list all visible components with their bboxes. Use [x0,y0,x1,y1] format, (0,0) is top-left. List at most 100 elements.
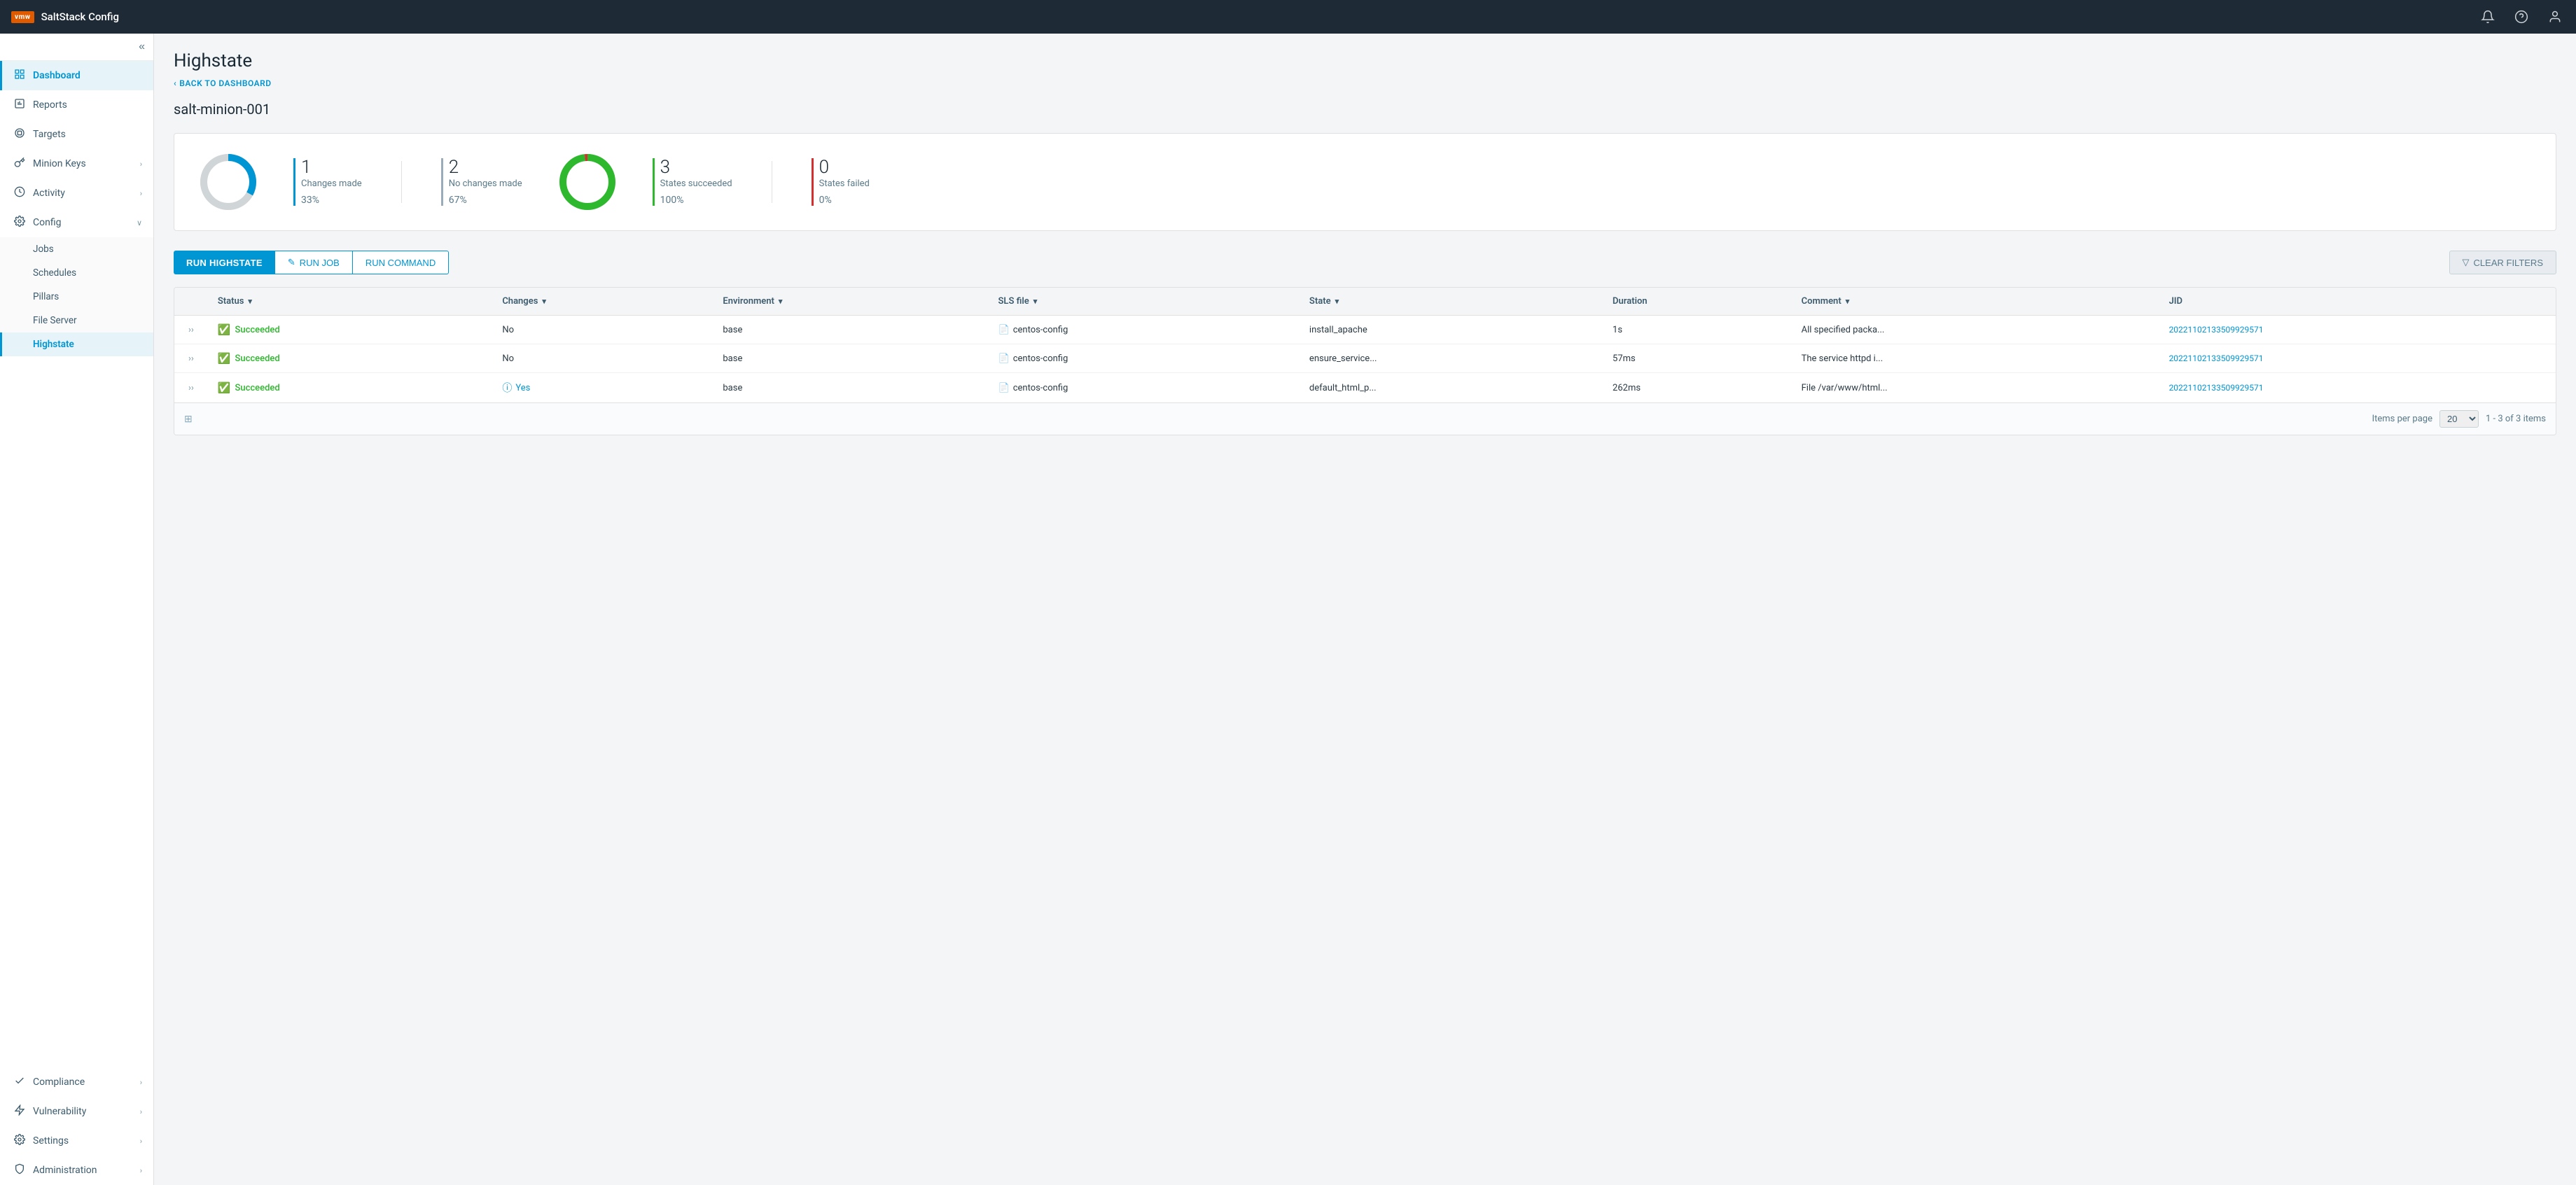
sidebar-sub-item-schedules[interactable]: Schedules [0,261,153,285]
sidebar-sub-item-highstate[interactable]: Highstate [0,332,153,356]
sidebar-item-label-settings: Settings [33,1135,133,1147]
administration-icon [13,1163,26,1177]
expand-row2-button[interactable]: ›› [184,351,198,367]
activity-arrow: › [140,189,142,198]
sidebar-sub-item-file-server[interactable]: File Server [0,309,153,332]
help-icon[interactable] [2512,7,2531,27]
donut-states [556,150,619,213]
jid-link-2[interactable]: 20221102133509929571 [2169,353,2264,363]
sidebar-item-label-activity: Activity [33,188,133,199]
vmw-logo: vmw [11,11,34,23]
per-page-select[interactable]: 20 50 100 [2439,410,2479,428]
sidebar-item-dashboard[interactable]: Dashboard [0,61,153,90]
table-header-row: Status ▾ Changes ▾ Envir [174,288,2556,316]
sidebar-item-label-reports: Reports [33,99,142,111]
vulnerability-icon [13,1105,26,1119]
vulnerability-arrow: › [140,1107,142,1116]
states-failed-num: 0 [819,158,870,176]
sidebar-item-settings[interactable]: Settings › [0,1126,153,1156]
clear-filters-button[interactable]: ▽ CLEAR FILTERS [2449,251,2556,274]
run-job-button[interactable]: ✎ RUN JOB [275,251,353,274]
th-expand [174,288,208,316]
row1-changes: No [492,316,713,344]
stat-changes-made: 1 Changes made 33% [293,158,362,206]
jid-link-1[interactable]: 20221102133509929571 [2169,325,2264,335]
table-row: ›› ✅ Succeeded No base 📄centos-config [174,344,2556,373]
row2-duration: 57ms [1603,344,1792,373]
page-title: Highstate [174,50,2556,71]
states-succeeded-pct: 100% [660,195,732,206]
pagination-info: 1 - 3 of 3 items [2486,414,2546,424]
sidebar-item-activity[interactable]: Activity › [0,178,153,208]
th-duration: Duration [1603,288,1792,316]
yes-icon-3: ⓘ [502,381,512,395]
sidebar-item-vulnerability[interactable]: Vulnerability › [0,1097,153,1126]
run-highstate-button[interactable]: RUN HIGHSTATE [174,251,275,274]
row3-expand: ›› [174,373,208,403]
jid-link-3[interactable]: 20221102133509929571 [2169,383,2264,393]
sidebar-item-reports[interactable]: Reports [0,90,153,120]
sidebar: « Dashboard Reports Targets Minion Keys [0,34,154,1185]
sidebar-item-label-minion-keys: Minion Keys [33,158,133,169]
table-header: Status ▾ Changes ▾ Envir [174,288,2556,316]
sidebar-item-minion-keys[interactable]: Minion Keys › [0,149,153,178]
row3-changes: ⓘ Yes [492,373,713,403]
sidebar-item-targets[interactable]: Targets [0,120,153,149]
sidebar-sub-item-jobs[interactable]: Jobs [0,237,153,261]
sls-filter-icon[interactable]: ▾ [1033,297,1038,306]
environment-filter-icon[interactable]: ▾ [779,297,783,306]
row1-duration: 1s [1603,316,1792,344]
sidebar-item-label-administration: Administration [33,1165,133,1176]
stat-no-changes: 2 No changes made 67% [441,158,522,206]
changes-filter-icon[interactable]: ▾ [542,297,546,306]
states-failed-label: States failed [819,178,870,190]
row1-state: install_apache [1300,316,1603,344]
expand-row1-button[interactable]: ›› [184,322,198,338]
row1-status: ✅ Succeeded [208,316,493,344]
row3-jid: 20221102133509929571 [2159,373,2556,403]
no-changes-label: No changes made [449,178,522,190]
donut-changes-svg [197,150,260,213]
compliance-arrow: › [140,1078,142,1087]
row2-state: ensure_service... [1300,344,1603,373]
highstate-table: Status ▾ Changes ▾ Envir [174,288,2556,402]
row1-environment: base [713,316,988,344]
file-icon-1: 📄 [998,325,1010,335]
sidebar-item-administration[interactable]: Administration › [0,1156,153,1185]
config-arrow: ∨ [137,218,142,227]
expand-row3-button[interactable]: ›› [184,380,198,396]
bell-icon[interactable] [2478,7,2498,27]
no-changes-pct: 67% [449,195,522,206]
comment-filter-icon[interactable]: ▾ [1846,297,1850,306]
sidebar-collapse-button[interactable]: « [139,41,145,53]
administration-arrow: › [140,1166,142,1175]
row2-expand: ›› [174,344,208,373]
settings-arrow: › [140,1137,142,1146]
sidebar-collapse-area: « [0,34,153,61]
run-command-button[interactable]: RUN COMMAND [353,251,449,274]
sidebar-item-config[interactable]: Config ∨ [0,208,153,237]
table-row: ›› ✅ Succeeded No base 📄centos-config [174,316,2556,344]
stats-row: 1 Changes made 33% 2 No changes made 67% [174,133,2556,231]
sidebar-item-compliance[interactable]: Compliance › [0,1067,153,1097]
row1-comment: All specified packa... [1792,316,2159,344]
compliance-icon [13,1075,26,1089]
file-icon-3: 📄 [998,383,1010,393]
th-comment: Comment ▾ [1792,288,2159,316]
th-status: Status ▾ [208,288,493,316]
column-config-icon[interactable]: ⊞ [184,414,193,425]
main-content: Highstate ‹ BACK TO DASHBOARD salt-minio… [154,34,2576,1185]
file-icon-2: 📄 [998,353,1010,364]
state-filter-icon[interactable]: ▾ [1335,297,1339,306]
status-filter-icon[interactable]: ▾ [248,297,252,306]
back-to-dashboard-link[interactable]: ‹ BACK TO DASHBOARD [174,78,2556,88]
states-failed-pct: 0% [819,195,870,206]
row2-status: ✅ Succeeded [208,344,493,373]
th-sls-file: SLS file ▾ [989,288,1300,316]
row2-jid: 20221102133509929571 [2159,344,2556,373]
sidebar-sub-item-pillars[interactable]: Pillars [0,285,153,309]
minion-name: salt-minion-001 [174,101,2556,118]
no-changes-num: 2 [449,158,522,176]
donut-states-svg [556,150,619,213]
user-icon[interactable] [2545,7,2565,27]
